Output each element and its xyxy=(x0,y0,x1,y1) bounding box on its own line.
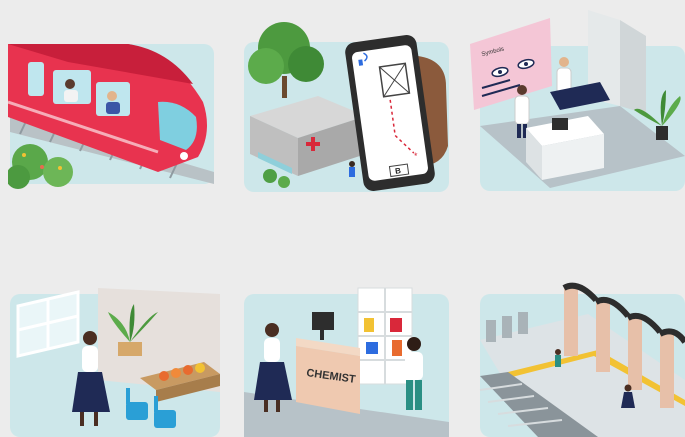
train-icon xyxy=(8,44,214,189)
train-illustration xyxy=(8,22,220,194)
train-station-illustration xyxy=(478,280,685,437)
pharmacy-shelf xyxy=(357,287,413,385)
hospital-navigation-illustration: * B xyxy=(242,16,456,198)
pharmacy-icon: CHEMIST xyxy=(244,287,449,437)
chemist-counter: CHEMIST xyxy=(296,338,360,414)
waiting-room-icon xyxy=(10,288,220,437)
eye-clinic-illustration: Symbols xyxy=(470,6,685,196)
waiting-room-illustration xyxy=(8,282,220,437)
eye-clinic-icon: Symbols xyxy=(470,10,685,191)
pharmacy-illustration: CHEMIST xyxy=(242,282,456,437)
hospital-navigation-icon: * B xyxy=(244,22,449,192)
train-station-icon xyxy=(479,282,685,437)
